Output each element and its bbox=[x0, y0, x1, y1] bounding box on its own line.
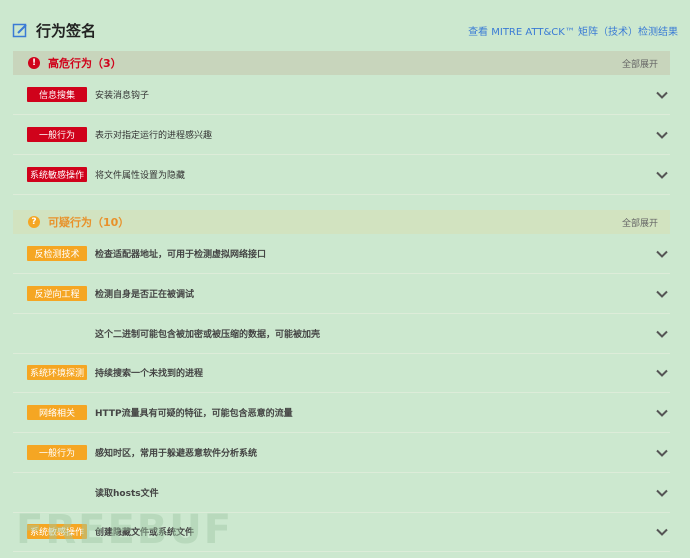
chevron-down-icon[interactable] bbox=[656, 367, 668, 379]
behavior-row[interactable]: 反检测技术 检查适配器地址，可用于检测虚拟网络接口 bbox=[13, 234, 670, 274]
suspicious-header[interactable]: ? 可疑行为（10） 全部展开 bbox=[13, 210, 670, 234]
behavior-row[interactable]: 系统敏感操作 创建隐藏文件或系统文件 bbox=[13, 512, 670, 552]
behavior-row[interactable]: 读取hosts文件 bbox=[13, 473, 670, 513]
page-title: 行为签名 bbox=[36, 21, 97, 40]
chevron-down-icon[interactable] bbox=[656, 89, 668, 101]
behavior-description: 持续搜索一个未找到的进程 bbox=[95, 369, 204, 379]
category-tag: 信息搜集 bbox=[27, 87, 87, 102]
high-risk-title: 高危行为（3） bbox=[48, 57, 122, 70]
chevron-down-icon[interactable] bbox=[656, 129, 668, 141]
category-tag: 一般行为 bbox=[27, 445, 87, 460]
behavior-row[interactable]: 一般行为 感知时区，常用于躲避恶意软件分析系统 bbox=[13, 433, 670, 473]
expand-all-button[interactable]: 全部展开 bbox=[622, 57, 658, 70]
chevron-down-icon[interactable] bbox=[656, 288, 668, 300]
category-tag bbox=[27, 326, 87, 341]
behavior-row[interactable]: 一般行为 表示对指定运行的进程感兴趣 bbox=[13, 115, 670, 155]
chevron-down-icon[interactable] bbox=[656, 526, 668, 538]
category-tag: 反逆向工程 bbox=[27, 286, 87, 301]
chevron-down-icon[interactable] bbox=[656, 248, 668, 260]
behavior-row[interactable]: 反逆向工程 检测自身是否正在被调试 bbox=[13, 274, 670, 314]
exclamation-icon: ! bbox=[28, 57, 40, 69]
category-tag: 系统敏感操作 bbox=[27, 524, 87, 539]
behavior-row[interactable]: 信息搜集 安装消息钩子 bbox=[13, 75, 670, 115]
expand-all-button[interactable]: 全部展开 bbox=[622, 216, 658, 229]
category-tag: 系统敏感操作 bbox=[27, 167, 87, 182]
chevron-down-icon[interactable] bbox=[656, 447, 668, 459]
behavior-description: HTTP流量具有可疑的特征，可能包含恶意的流量 bbox=[95, 409, 293, 419]
behavior-row[interactable]: 系统敏感操作 将文件属性设置为隐藏 bbox=[13, 155, 670, 195]
behavior-description: 将文件属性设置为隐藏 bbox=[95, 171, 186, 181]
chevron-down-icon[interactable] bbox=[656, 487, 668, 499]
behavior-description: 读取hosts文件 bbox=[95, 489, 159, 499]
behavior-description: 安装消息钩子 bbox=[95, 91, 150, 101]
chevron-down-icon[interactable] bbox=[656, 328, 668, 340]
behavior-description: 感知时区，常用于躲避恶意软件分析系统 bbox=[95, 449, 258, 459]
behavior-description: 这个二进制可能包含被加密或被压缩的数据，可能被加壳 bbox=[95, 330, 321, 340]
category-tag bbox=[27, 485, 87, 500]
category-tag: 网络相关 bbox=[27, 405, 87, 420]
behavior-row[interactable]: 这个二进制可能包含被加密或被压缩的数据，可能被加壳 bbox=[13, 314, 670, 354]
behavior-description: 检测自身是否正在被调试 bbox=[95, 290, 195, 300]
chevron-down-icon[interactable] bbox=[656, 169, 668, 181]
chevron-down-icon[interactable] bbox=[656, 407, 668, 419]
edit-icon bbox=[12, 23, 27, 38]
behavior-row[interactable]: 网络相关 HTTP流量具有可疑的特征，可能包含恶意的流量 bbox=[13, 393, 670, 433]
high-risk-header[interactable]: ! 高危行为（3） 全部展开 bbox=[13, 51, 670, 75]
mitre-attack-link[interactable]: 查看 MITRE ATT&CK™ 矩阵（技术）检测结果 bbox=[468, 23, 678, 38]
category-tag: 反检测技术 bbox=[27, 246, 87, 261]
suspicious-title: 可疑行为（10） bbox=[48, 216, 130, 229]
behavior-description: 表示对指定运行的进程感兴趣 bbox=[95, 131, 213, 141]
behavior-description: 创建隐藏文件或系统文件 bbox=[95, 528, 195, 538]
behavior-row[interactable]: 系统环境探测 持续搜索一个未找到的进程 bbox=[13, 353, 670, 393]
category-tag: 系统环境探测 bbox=[27, 365, 87, 380]
section-header: 行为签名 查看 MITRE ATT&CK™ 矩阵（技术）检测结果 bbox=[12, 18, 678, 42]
behavior-description: 检查适配器地址，可用于检测虚拟网络接口 bbox=[95, 250, 267, 260]
category-tag: 一般行为 bbox=[27, 127, 87, 142]
question-icon: ? bbox=[28, 216, 40, 228]
